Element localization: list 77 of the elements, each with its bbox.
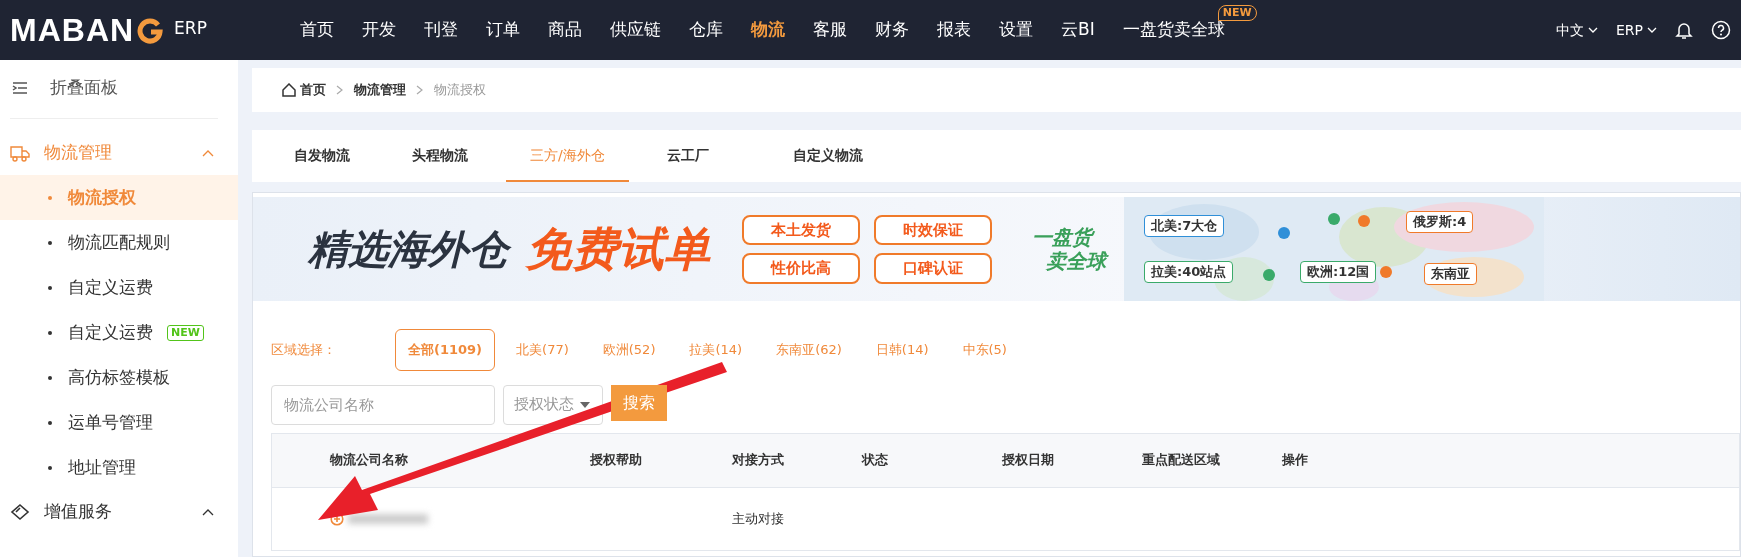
- sidebar-item[interactable]: 自定义运费 NEW: [0, 310, 238, 355]
- tab[interactable]: 云工厂: [642, 130, 733, 182]
- filter-label: 区域选择：: [271, 341, 337, 359]
- logo-suffix: ERP: [174, 17, 207, 40]
- nav-item[interactable]: 首页: [290, 17, 344, 43]
- nav-item[interactable]: 开发: [352, 17, 406, 43]
- sidebar-item[interactable]: 自定义运费: [0, 265, 238, 310]
- collapse-label: 折叠面板: [50, 76, 118, 100]
- collapse-toggle[interactable]: 折叠面板: [0, 64, 238, 112]
- logo-mark-icon: [136, 16, 165, 44]
- column-header: 物流公司名称: [329, 451, 409, 470]
- bullet-icon: [48, 420, 52, 425]
- banner-tag: 时效保证: [874, 214, 992, 245]
- chevron-icon: [202, 149, 214, 157]
- map-label: 北美:7大仓: [1144, 215, 1225, 237]
- search-field[interactable]: 物流公司名称: [271, 384, 495, 425]
- nav-item[interactable]: 商品: [538, 17, 592, 43]
- nav-item[interactable]: 客服: [803, 17, 857, 43]
- bullet-icon: [48, 240, 52, 245]
- bell-icon[interactable]: [1675, 20, 1693, 40]
- sidebar-item[interactable]: 运单号管理: [0, 400, 238, 445]
- home-icon: [282, 83, 296, 97]
- new-badge: NEW: [167, 324, 204, 341]
- map-label: 俄罗斯:4: [1406, 211, 1474, 233]
- column-header: 授权日期: [1002, 451, 1055, 470]
- tab[interactable]: 自定义物流: [768, 130, 887, 182]
- separator-icon: [336, 85, 344, 95]
- table-cell-text: 主动对接: [732, 509, 784, 528]
- bullet-icon: [48, 465, 52, 470]
- column-header: 状态: [862, 451, 889, 470]
- nav-item[interactable]: 财务: [865, 17, 919, 43]
- nav-item[interactable]: 仓库: [679, 17, 733, 43]
- sidebar-item[interactable]: 地址管理: [0, 445, 238, 490]
- item-label: 自定义运费: [68, 320, 153, 344]
- truck-icon: [10, 144, 30, 162]
- language-dropdown[interactable]: 中文: [1556, 19, 1598, 41]
- banner-highlight: 免费试单: [526, 220, 710, 278]
- nav-item[interactable]: 设置: [989, 17, 1043, 43]
- caret-icon: [1647, 26, 1657, 34]
- nav-item[interactable]: 物流: [741, 17, 795, 43]
- breadcrumb-link[interactable]: 物流管理: [354, 80, 406, 100]
- map-label: 拉美:40站点: [1144, 261, 1234, 283]
- menu-icon: [12, 81, 28, 95]
- column-header: 操作: [1282, 451, 1309, 470]
- product-dropdown[interactable]: ERP: [1616, 19, 1657, 41]
- map-label: 东南亚: [1424, 263, 1477, 285]
- column-header: 重点配送区域: [1142, 451, 1221, 470]
- bullet-icon: [48, 375, 52, 380]
- chevron-icon: [202, 508, 214, 516]
- caret-icon: [580, 401, 590, 408]
- logo-text: MABAN: [10, 11, 135, 50]
- nav-item[interactable]: 报表: [927, 17, 981, 43]
- caret-icon: [1588, 26, 1598, 34]
- sidebar-item[interactable]: 高仿标签模板: [0, 355, 238, 400]
- sidebar-group[interactable]: 增值服务: [0, 490, 238, 534]
- nav-item[interactable]: 供应链: [600, 17, 671, 43]
- diamond-icon: [10, 503, 30, 521]
- breadcrumb-link[interactable]: 首页: [300, 80, 326, 100]
- help-icon[interactable]: [1711, 20, 1731, 40]
- bullet-icon: [48, 195, 52, 200]
- separator-icon: [416, 85, 424, 95]
- sidebar-item[interactable]: 物流匹配规则: [0, 220, 238, 265]
- banner-tag: 本土发货: [742, 214, 860, 245]
- tab[interactable]: 头程物流: [388, 130, 492, 182]
- banner-tag: 性价比高: [742, 253, 860, 284]
- column-header: 授权帮助: [589, 451, 643, 470]
- column-header: 对接方式: [731, 451, 785, 470]
- bullet-icon: [48, 285, 52, 290]
- bullet-icon: [48, 330, 52, 335]
- nav-item[interactable]: 云BI: [1051, 17, 1105, 43]
- banner-tag: 口碑认证: [874, 253, 992, 284]
- nav-item[interactable]: 订单: [476, 17, 530, 43]
- map-label: 欧洲:12国: [1300, 261, 1377, 283]
- nav-item[interactable]: 刊登: [414, 17, 468, 43]
- tab[interactable]: 自发物流: [270, 130, 374, 182]
- breadcrumb-current: 物流授权: [434, 81, 486, 100]
- nav-item[interactable]: 一盘货卖全球: [1112, 19, 1235, 40]
